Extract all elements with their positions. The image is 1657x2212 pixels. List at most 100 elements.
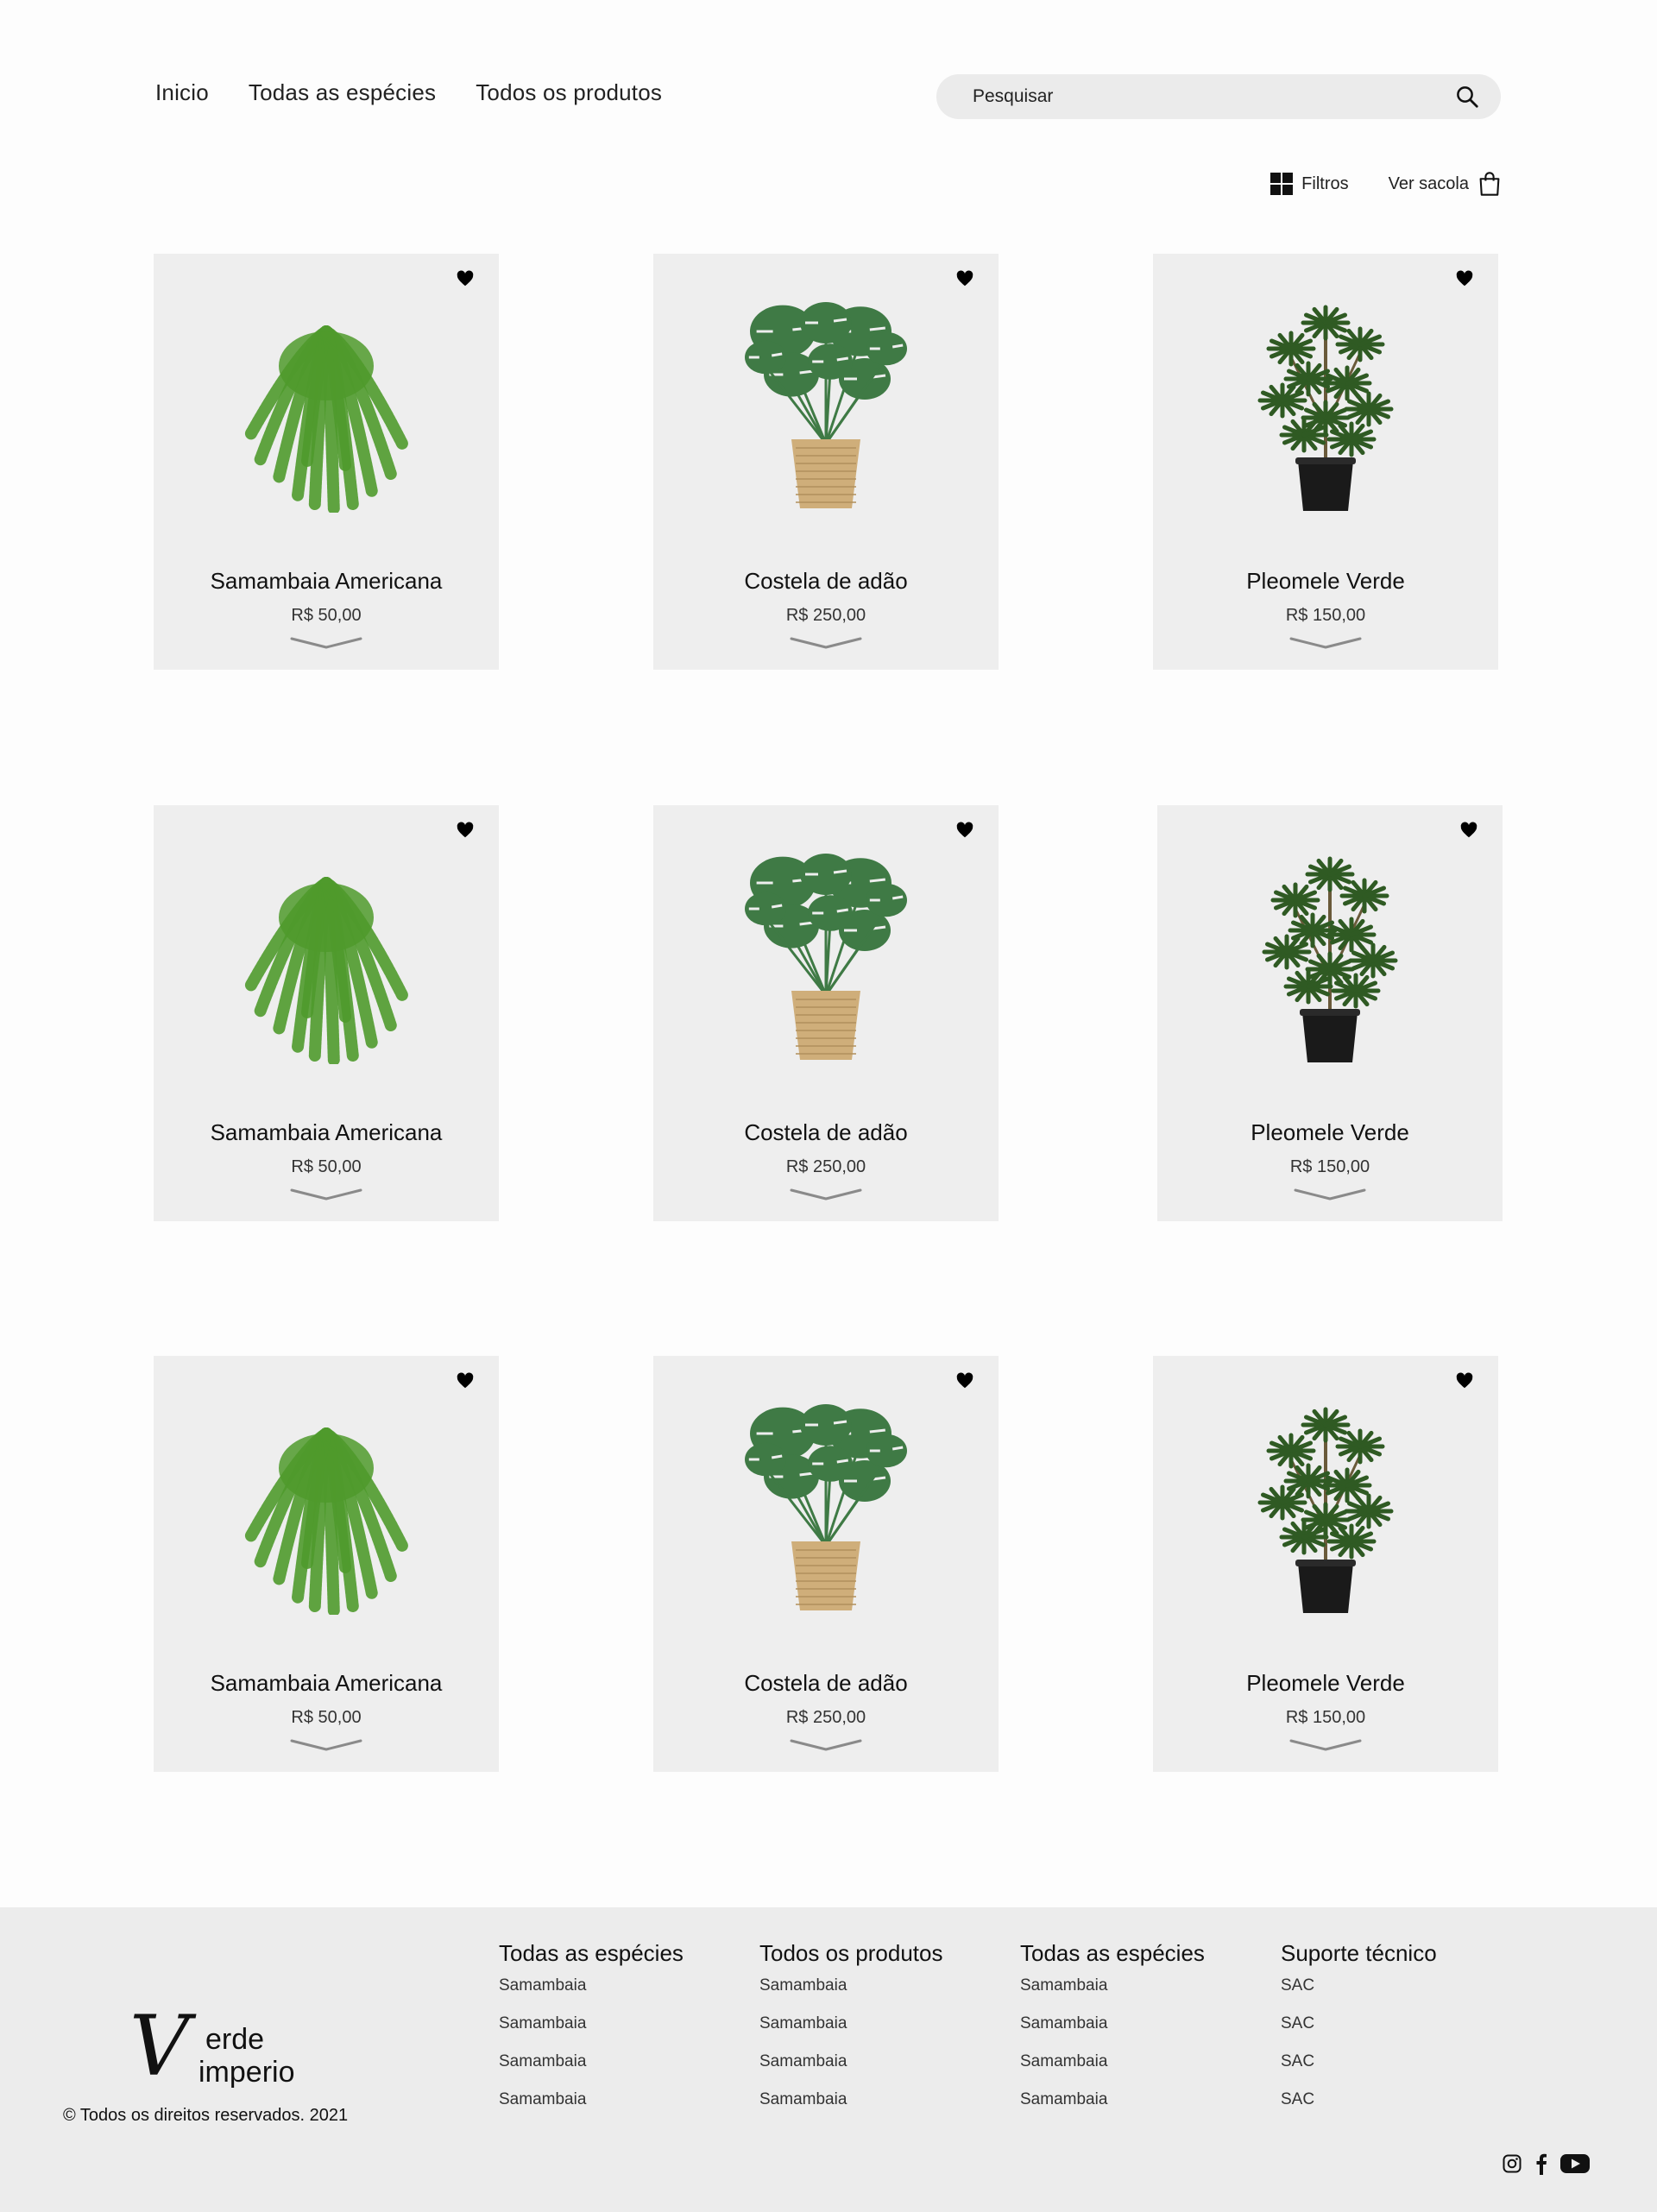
product-name: Samambaia Americana (210, 1670, 443, 1696)
footer-link[interactable]: SAC (1281, 2088, 1437, 2126)
chevron-down-icon[interactable] (1289, 1736, 1362, 1753)
footer-link[interactable]: Samambaia (1020, 2012, 1205, 2050)
footer: V erde imperio © Todos os direitos reser… (0, 1907, 1657, 2212)
logo-line2: imperio (198, 2056, 294, 2089)
product-price: R$ 150,00 (1285, 606, 1366, 625)
heart-icon[interactable] (456, 269, 475, 288)
footer-column-title: Todas as espécies (499, 1940, 684, 1966)
chevron-down-icon[interactable] (1289, 633, 1362, 651)
product-price: R$ 50,00 (291, 1157, 362, 1176)
product-name: Pleomele Verde (1246, 568, 1405, 594)
footer-column-4: Suporte técnico SAC SAC SAC SAC (1281, 1940, 1437, 2126)
product-card[interactable]: Samambaia Americana R$ 50,00 (154, 254, 499, 670)
footer-link[interactable]: Samambaia (759, 2012, 942, 2050)
heart-icon[interactable] (1455, 1371, 1474, 1390)
monstera-plant-image (653, 848, 999, 1064)
chevron-down-icon[interactable] (290, 1736, 362, 1753)
chevron-down-icon[interactable] (290, 1185, 362, 1202)
footer-column-title: Suporte técnico (1281, 1940, 1437, 1966)
fern-plant-image (154, 1399, 499, 1615)
chevron-down-icon[interactable] (790, 633, 862, 651)
footer-column-title: Todos os produtos (759, 1940, 943, 1966)
footer-link[interactable]: Samambaia (499, 2012, 684, 2050)
pleomele-plant-image (1153, 297, 1498, 513)
footer-link[interactable]: Samambaia (759, 1974, 942, 2012)
heart-icon[interactable] (456, 821, 475, 840)
youtube-icon[interactable] (1560, 2153, 1590, 2174)
heart-icon[interactable] (1455, 269, 1474, 288)
chevron-down-icon[interactable] (290, 633, 362, 651)
product-name: Costela de adão (744, 568, 908, 594)
pleomele-plant-image (1157, 848, 1503, 1064)
product-price: R$ 250,00 (785, 1157, 866, 1176)
nav-todas-especies[interactable]: Todas as espécies (249, 79, 436, 106)
instagram-icon[interactable] (1502, 2153, 1522, 2174)
filters-label: Filtros (1301, 173, 1349, 193)
heart-icon[interactable] (456, 1371, 475, 1390)
footer-column-1: Todas as espécies Samambaia Samambaia Sa… (499, 1940, 684, 2126)
product-card[interactable]: Costela de adão R$ 250,00 (653, 1356, 999, 1772)
nav-todos-produtos[interactable]: Todos os produtos (476, 79, 662, 106)
footer-column-2: Todos os produtos Samambaia Samambaia Sa… (759, 1940, 942, 2126)
social-links (1502, 2152, 1590, 2175)
search-bar (936, 74, 1501, 119)
product-card[interactable]: Costela de adão R$ 250,00 (653, 805, 999, 1221)
footer-link[interactable]: Samambaia (499, 1974, 684, 2012)
footer-column-title: Todas as espécies (1020, 1940, 1205, 1966)
search-input[interactable] (973, 86, 1454, 107)
search-icon[interactable] (1454, 84, 1480, 110)
monstera-plant-image (653, 1399, 999, 1615)
shopping-bag-icon (1479, 172, 1500, 196)
footer-link[interactable]: Samambaia (1020, 2050, 1205, 2088)
chevron-down-icon[interactable] (790, 1736, 862, 1753)
grid-icon (1270, 173, 1294, 195)
toolbar: Filtros Ver sacola (1270, 171, 1502, 197)
product-price: R$ 250,00 (785, 606, 866, 625)
product-price: R$ 250,00 (785, 1708, 866, 1727)
fern-plant-image (154, 848, 499, 1064)
product-card[interactable]: Samambaia Americana R$ 50,00 (154, 1356, 499, 1772)
fern-plant-image (154, 297, 499, 513)
copyright: © Todos os direitos reservados. 2021 (63, 2106, 349, 2125)
product-name: Pleomele Verde (1251, 1119, 1409, 1145)
footer-link[interactable]: SAC (1281, 2050, 1437, 2088)
product-price: R$ 150,00 (1289, 1157, 1370, 1176)
product-name: Samambaia Americana (210, 568, 443, 594)
heart-icon[interactable] (1459, 821, 1478, 840)
product-price: R$ 150,00 (1285, 1708, 1366, 1727)
product-price: R$ 50,00 (291, 606, 362, 625)
footer-link[interactable]: Samambaia (499, 2050, 684, 2088)
chevron-down-icon[interactable] (1294, 1185, 1366, 1202)
product-price: R$ 50,00 (291, 1708, 362, 1727)
product-name: Pleomele Verde (1246, 1670, 1405, 1696)
footer-link[interactable]: Samambaia (1020, 2088, 1205, 2126)
product-card[interactable]: Pleomele Verde R$ 150,00 (1157, 805, 1503, 1221)
product-card[interactable]: Pleomele Verde R$ 150,00 (1153, 1356, 1498, 1772)
heart-icon[interactable] (955, 269, 974, 288)
filters-button[interactable]: Filtros (1270, 173, 1349, 195)
nav-inicio[interactable]: Inicio (155, 79, 209, 106)
product-name: Costela de adão (744, 1119, 908, 1145)
footer-link[interactable]: SAC (1281, 2012, 1437, 2050)
footer-link[interactable]: Samambaia (499, 2088, 684, 2126)
logo-initial: V (129, 1998, 197, 2090)
product-name: Samambaia Americana (210, 1119, 443, 1145)
footer-column-3: Todas as espécies Samambaia Samambaia Sa… (1020, 1940, 1205, 2126)
footer-link[interactable]: Samambaia (759, 2088, 942, 2126)
footer-link[interactable]: Samambaia (1020, 1974, 1205, 2012)
heart-icon[interactable] (955, 821, 974, 840)
product-card[interactable]: Samambaia Americana R$ 50,00 (154, 805, 499, 1221)
heart-icon[interactable] (955, 1371, 974, 1390)
facebook-icon[interactable] (1534, 2152, 1548, 2175)
product-card[interactable]: Costela de adão R$ 250,00 (653, 254, 999, 670)
chevron-down-icon[interactable] (790, 1185, 862, 1202)
logo-line1: erde (205, 2023, 264, 2056)
product-card[interactable]: Pleomele Verde R$ 150,00 (1153, 254, 1498, 670)
view-bag-button[interactable]: Ver sacola (1389, 171, 1502, 197)
verde-imperio-logo: V erde imperio (129, 1998, 294, 2090)
main-nav: Inicio Todas as espécies Todos os produt… (155, 79, 662, 106)
footer-link[interactable]: Samambaia (759, 2050, 942, 2088)
pleomele-plant-image (1153, 1399, 1498, 1615)
footer-link[interactable]: SAC (1281, 1974, 1437, 2012)
bag-label: Ver sacola (1388, 173, 1469, 193)
